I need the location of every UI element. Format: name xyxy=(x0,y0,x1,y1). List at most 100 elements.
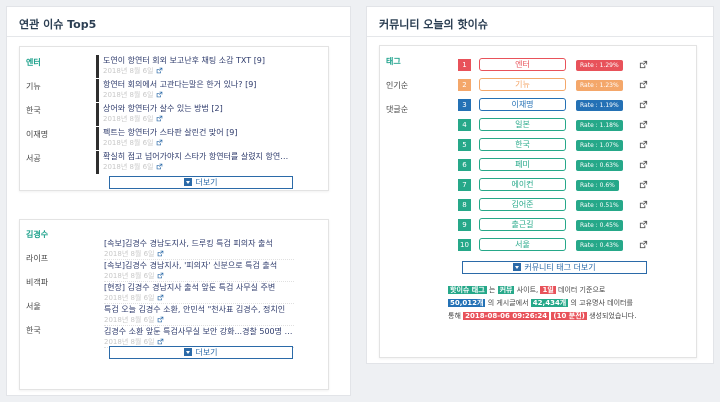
rate-badge: Rate : 0.45% xyxy=(576,220,623,231)
news-item[interactable]: 펙트는 항연터가 스타판 살린건 맞어 [9] 2018년 8월 6일 xyxy=(96,127,290,150)
keyword-box[interactable]: 김어준 xyxy=(479,198,566,211)
external-link-icon[interactable] xyxy=(639,160,648,169)
news-item[interactable]: [속보]김경수 경남지사, '피의자' 신분으로 특검 출석 2018년 8월 … xyxy=(104,260,294,282)
rank-badge: 3 xyxy=(458,99,471,111)
rank-badge: 5 xyxy=(458,139,471,151)
ranking-row[interactable]: 9 출근길 Rate : 0.45% xyxy=(458,216,648,234)
external-link-icon[interactable] xyxy=(639,80,648,89)
keyword-box[interactable]: 일본 xyxy=(479,118,566,131)
keyword-box[interactable]: 출근길 xyxy=(479,218,566,231)
more-button-2[interactable]: 더보기 xyxy=(109,346,293,359)
tab-kim-kyungsoo[interactable]: 김경수 xyxy=(20,223,82,247)
news-item[interactable]: [현장] 김경수 경남지사 출석 앞둔 특검 사무실 주변 2018년 8월 6… xyxy=(104,282,294,304)
issue-tabs-1: 엔터 기뉴 한국 이재명 서공 xyxy=(20,51,82,171)
rate-badge: Rate : 1.29% xyxy=(576,60,623,71)
panel-divider xyxy=(367,36,713,37)
rank-badge: 1 xyxy=(458,59,471,71)
tab-ginyu[interactable]: 기뉴 xyxy=(20,75,82,99)
tab-lee-jaemyung[interactable]: 이재명 xyxy=(20,123,82,147)
ranking-list: 1 엔터 Rate : 1.29% 2 기뉴 Rate : 1.23% 3 이재명 Rate :… xyxy=(446,56,666,256)
keyword-box[interactable]: 기뉴 xyxy=(479,78,566,91)
community-tag-more-button[interactable]: 커뮤니티 태그 더보기 xyxy=(462,261,647,274)
generation-summary: 핫이슈 태그 는 커뮤 사이트, 1일 데이터 기준으로 50,012개 의 게… xyxy=(448,286,637,320)
ranking-row[interactable]: 5 한국 Rate : 1.07% xyxy=(458,136,648,154)
summary-tag-label: 핫이슈 태그 xyxy=(448,286,487,294)
keyword-box[interactable]: 에이컨 xyxy=(479,178,566,191)
rate-badge: Rate : 0.63% xyxy=(576,160,623,171)
rank-badge: 8 xyxy=(458,199,471,211)
news-item[interactable]: 특검 오늘 김경수 소환, 안민석 "천사표 김경수, 정치인 2018년 8월… xyxy=(104,304,294,326)
summary-noun-count: 42,434개 xyxy=(530,299,569,307)
tab-seoul[interactable]: 서울 xyxy=(20,295,82,319)
external-link-icon[interactable] xyxy=(157,316,164,323)
ranking-row[interactable]: 6 페미 Rate : 0.63% xyxy=(458,156,648,174)
tab-popular[interactable]: 인기순 xyxy=(380,74,442,98)
chevron-down-icon xyxy=(184,178,193,186)
related-issues-title: 연관 이슈 Top5 xyxy=(19,18,97,31)
external-link-icon[interactable] xyxy=(639,140,648,149)
ranking-row[interactable]: 2 기뉴 Rate : 1.23% xyxy=(458,76,648,94)
news-list-1: 도연이 항연터 회외 보고난후 채팅 소감 TXT [9] 2018년 8월 6… xyxy=(96,55,290,175)
external-link-icon[interactable] xyxy=(156,67,163,74)
rate-badge: Rate : 0.43% xyxy=(576,240,623,251)
keyword-box[interactable]: 서울 xyxy=(479,238,566,251)
external-link-icon[interactable] xyxy=(157,294,164,301)
news-list-2: [속보]김경수 경남도지사, 드루킹 특검 피의자 출석 2018년 8월 6일… xyxy=(104,238,294,348)
tab-enter[interactable]: 엔터 xyxy=(20,51,82,75)
rank-badge: 2 xyxy=(458,79,471,91)
ranking-row[interactable]: 4 일본 Rate : 1.18% xyxy=(458,116,648,134)
keyword-box[interactable]: 한국 xyxy=(479,138,566,151)
news-item[interactable]: [속보]김경수 경남도지사, 드루킹 특검 피의자 출석 2018년 8월 6일 xyxy=(104,238,294,260)
external-link-icon[interactable] xyxy=(157,250,164,257)
external-link-icon[interactable] xyxy=(639,220,648,229)
rank-badge: 9 xyxy=(458,219,471,231)
ranking-tabs: 태그 인기순 댓글순 xyxy=(380,50,442,122)
rate-badge: Rate : 1.23% xyxy=(576,80,623,91)
news-item[interactable]: 확실히 점고 넘어가야지 스타가 항연터를 살렸지 항연터가 2018년 8월 … xyxy=(96,151,290,174)
keyword-box[interactable]: 엔터 xyxy=(479,58,566,71)
tab-korea[interactable]: 한국 xyxy=(20,99,82,123)
rank-badge: 7 xyxy=(458,179,471,191)
external-link-icon[interactable] xyxy=(157,338,164,345)
news-item[interactable]: 항연터 회의에서 고관다는말은 한거 있나? [9] 2018년 8월 6일 xyxy=(96,79,290,102)
external-link-icon[interactable] xyxy=(156,115,163,122)
rate-badge: Rate : 1.07% xyxy=(576,140,623,151)
external-link-icon[interactable] xyxy=(639,240,648,249)
external-link-icon[interactable] xyxy=(157,272,164,279)
keyword-box[interactable]: 이재명 xyxy=(479,98,566,111)
keyword-box[interactable]: 페미 xyxy=(479,158,566,171)
tab-bigaekpa[interactable]: 비객파 xyxy=(20,271,82,295)
external-link-icon[interactable] xyxy=(156,163,163,170)
rank-badge: 4 xyxy=(458,119,471,131)
external-link-icon[interactable] xyxy=(639,100,648,109)
ranking-row[interactable]: 8 김어준 Rate : 0.51% xyxy=(458,196,648,214)
external-link-icon[interactable] xyxy=(639,180,648,189)
summary-ago: (10 분전) xyxy=(551,312,587,320)
chevron-down-icon xyxy=(513,263,522,271)
tab-life[interactable]: 라이프 xyxy=(20,247,82,271)
external-link-icon[interactable] xyxy=(156,91,163,98)
tab-comments[interactable]: 댓글순 xyxy=(380,98,442,122)
rate-badge: Rate : 0.6% xyxy=(576,180,619,191)
tab-tag[interactable]: 태그 xyxy=(380,50,442,74)
ranking-row[interactable]: 1 엔터 Rate : 1.29% xyxy=(458,56,648,74)
external-link-icon[interactable] xyxy=(156,139,163,146)
rank-badge: 10 xyxy=(458,239,471,251)
news-item[interactable]: 김경수 소환 앞둔 특검사무실 보안 강화...경찰 500명 배치 2018년… xyxy=(104,326,294,348)
community-hot-issue-title: 커뮤니티 오늘의 핫이슈 xyxy=(379,18,488,31)
ranking-row[interactable]: 3 이재명 Rate : 1.19% xyxy=(458,96,648,114)
issue-card-1: 엔터 기뉴 한국 이재명 서공 도연이 항연터 회외 보고난후 채팅 소감 TX… xyxy=(19,46,329,191)
ranking-row[interactable]: 10 서울 Rate : 0.43% xyxy=(458,236,648,254)
related-issues-panel: 연관 이슈 Top5 엔터 기뉴 한국 이재명 서공 도연이 항연터 회외 보고… xyxy=(6,6,351,396)
summary-post-count: 50,012개 xyxy=(448,299,486,307)
external-link-icon[interactable] xyxy=(639,200,648,209)
news-item[interactable]: 도연이 항연터 회외 보고난후 채팅 소감 TXT [9] 2018년 8월 6… xyxy=(96,55,290,78)
news-item[interactable]: 상어와 항연터가 살수 있는 방법 [2] 2018년 8월 6일 xyxy=(96,103,290,126)
issue-tabs-2: 김경수 라이프 비객파 서울 한국 xyxy=(20,223,82,343)
tab-korea-2[interactable]: 한국 xyxy=(20,319,82,343)
tab-seogong[interactable]: 서공 xyxy=(20,147,82,171)
more-button-1[interactable]: 더보기 xyxy=(109,176,293,189)
external-link-icon[interactable] xyxy=(639,120,648,129)
external-link-icon[interactable] xyxy=(639,60,648,69)
ranking-row[interactable]: 7 에이컨 Rate : 0.6% xyxy=(458,176,648,194)
